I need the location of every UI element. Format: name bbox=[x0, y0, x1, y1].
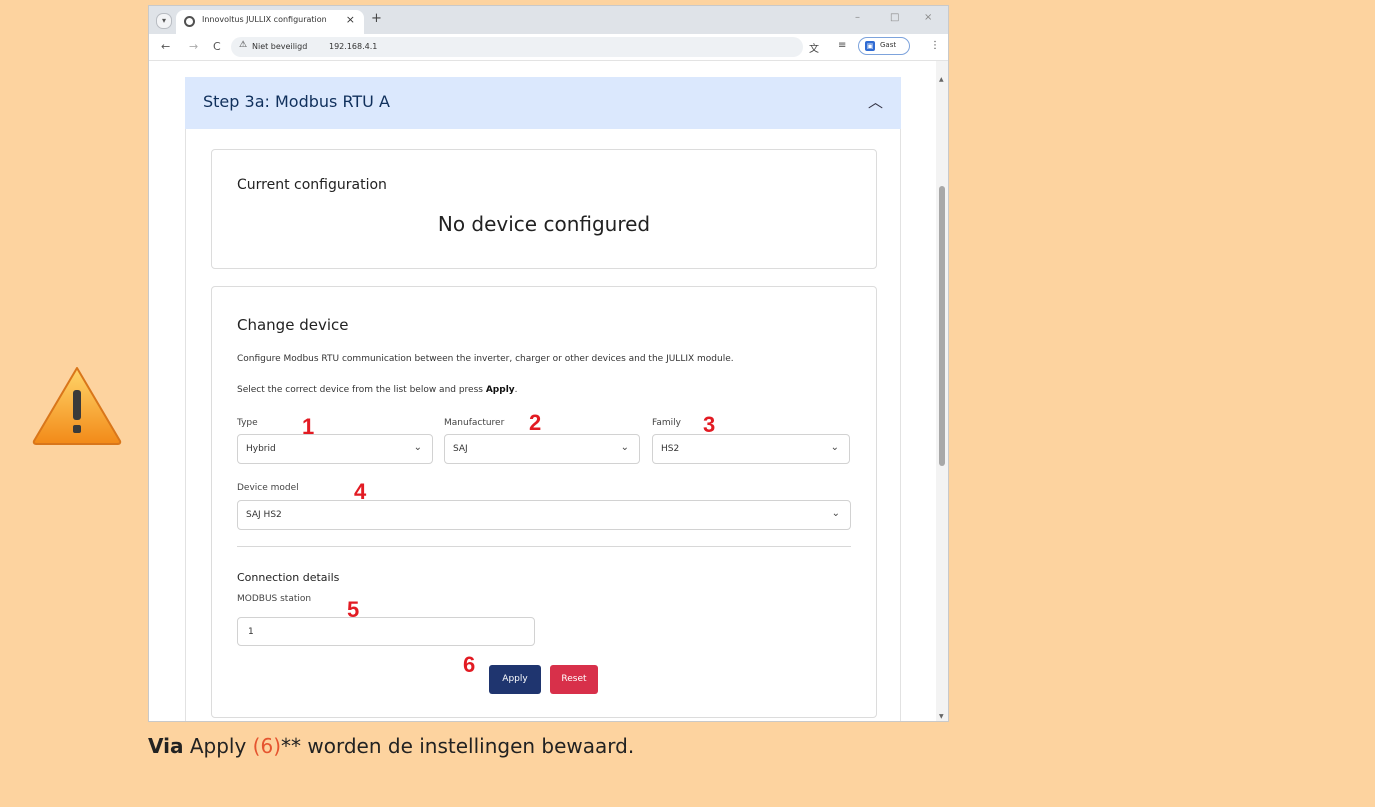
profile-icon: ▣ bbox=[865, 41, 875, 51]
change-device-title: Change device bbox=[237, 316, 349, 334]
browser-window: ▾ Innovoltus JULLIX configuration × + – … bbox=[148, 5, 949, 722]
profile-button[interactable]: ▣ Gast bbox=[858, 37, 910, 55]
globe-icon bbox=[184, 16, 195, 27]
device-model-select[interactable]: SAJ HS2 ⌄ bbox=[237, 500, 851, 530]
family-label: Family bbox=[652, 418, 681, 428]
media-icon[interactable]: ≡ bbox=[838, 40, 846, 51]
current-configuration-value: No device configured bbox=[437, 212, 651, 236]
type-select[interactable]: Hybrid ⌄ bbox=[237, 434, 433, 464]
reset-button[interactable]: Reset bbox=[550, 665, 598, 694]
tab-strip: ▾ Innovoltus JULLIX configuration × + – … bbox=[149, 6, 948, 34]
accordion-body: Current configuration No device configur… bbox=[185, 129, 901, 721]
scroll-down-icon[interactable]: ▼ bbox=[939, 713, 944, 720]
browser-tab[interactable]: Innovoltus JULLIX configuration × bbox=[176, 10, 364, 34]
manufacturer-label: Manufacturer bbox=[444, 418, 505, 428]
accordion-title: Step 3a: Modbus RTU A bbox=[203, 92, 390, 111]
page-viewport: Step 3a: Modbus RTU A ︿ Current configur… bbox=[149, 61, 938, 721]
chevron-down-icon: ⌄ bbox=[413, 442, 422, 453]
connection-details-title: Connection details bbox=[237, 571, 340, 584]
marker-5: 5 bbox=[347, 597, 360, 622]
modbus-station-value: 1 bbox=[248, 627, 254, 637]
warning-icon bbox=[32, 367, 122, 445]
modbus-station-label: MODBUS station bbox=[237, 594, 312, 604]
marker-6: 6 bbox=[463, 652, 476, 677]
current-configuration-title: Current configuration bbox=[237, 177, 387, 193]
close-window-icon[interactable]: × bbox=[924, 12, 932, 23]
chevron-down-icon: ⌄ bbox=[620, 442, 629, 453]
family-select[interactable]: HS2 ⌄ bbox=[652, 434, 850, 464]
manufacturer-select[interactable]: SAJ ⌄ bbox=[444, 434, 640, 464]
scroll-up-icon[interactable]: ▲ bbox=[939, 76, 944, 83]
caption-text: Via Apply (6)** worden de instellingen b… bbox=[148, 734, 635, 758]
marker-2: 2 bbox=[529, 410, 542, 435]
security-status[interactable]: Niet beveiligd bbox=[252, 42, 307, 51]
marker-1: 1 bbox=[302, 414, 315, 439]
scrollbar-thumb[interactable] bbox=[939, 186, 945, 466]
close-tab-icon[interactable]: × bbox=[346, 13, 355, 26]
chevron-down-icon: ⌄ bbox=[830, 442, 839, 453]
url-text[interactable]: 192.168.4.1 bbox=[329, 42, 377, 51]
chevron-up-icon[interactable]: ︿ bbox=[868, 91, 883, 112]
new-tab-icon[interactable]: + bbox=[371, 11, 382, 26]
warning-triangle-icon: ⚠ bbox=[239, 40, 248, 50]
forward-icon[interactable]: → bbox=[189, 40, 198, 53]
type-label: Type bbox=[237, 418, 258, 428]
chevron-down-icon: ⌄ bbox=[831, 508, 840, 519]
maximize-icon[interactable]: □ bbox=[890, 12, 899, 23]
change-device-instruction: Select the correct device from the list … bbox=[237, 385, 518, 395]
type-value: Hybrid bbox=[246, 444, 276, 454]
accordion-header[interactable]: Step 3a: Modbus RTU A ︿ bbox=[185, 77, 901, 129]
translate-icon[interactable]: 文 bbox=[809, 40, 819, 55]
family-value: HS2 bbox=[661, 444, 680, 454]
back-icon[interactable]: ← bbox=[161, 40, 170, 53]
profile-label: Gast bbox=[880, 41, 897, 49]
marker-4: 4 bbox=[354, 479, 367, 504]
vertical-scrollbar[interactable]: ▲ ▼ bbox=[936, 61, 948, 721]
menu-icon[interactable]: ⋮ bbox=[930, 40, 940, 51]
address-bar[interactable]: ⚠ Niet beveiligd 192.168.4.1 bbox=[231, 37, 803, 57]
device-model-label: Device model bbox=[237, 483, 299, 493]
apply-button[interactable]: Apply bbox=[489, 665, 541, 694]
divider bbox=[237, 546, 851, 547]
modbus-station-input[interactable]: 1 bbox=[237, 617, 535, 646]
change-device-description: Configure Modbus RTU communication betwe… bbox=[237, 354, 734, 364]
tab-title: Innovoltus JULLIX configuration bbox=[202, 15, 327, 24]
browser-toolbar: ← → C ⚠ Niet beveiligd 192.168.4.1 文 ≡ ▣… bbox=[149, 34, 948, 61]
device-model-value: SAJ HS2 bbox=[246, 510, 282, 520]
manufacturer-value: SAJ bbox=[453, 444, 468, 454]
reload-icon[interactable]: C bbox=[213, 40, 221, 53]
current-configuration-card: Current configuration No device configur… bbox=[211, 149, 877, 269]
tab-search-icon[interactable]: ▾ bbox=[156, 13, 172, 29]
marker-3: 3 bbox=[703, 412, 716, 437]
change-device-card: Change device Configure Modbus RTU commu… bbox=[211, 286, 877, 718]
minimize-icon[interactable]: – bbox=[855, 12, 860, 23]
